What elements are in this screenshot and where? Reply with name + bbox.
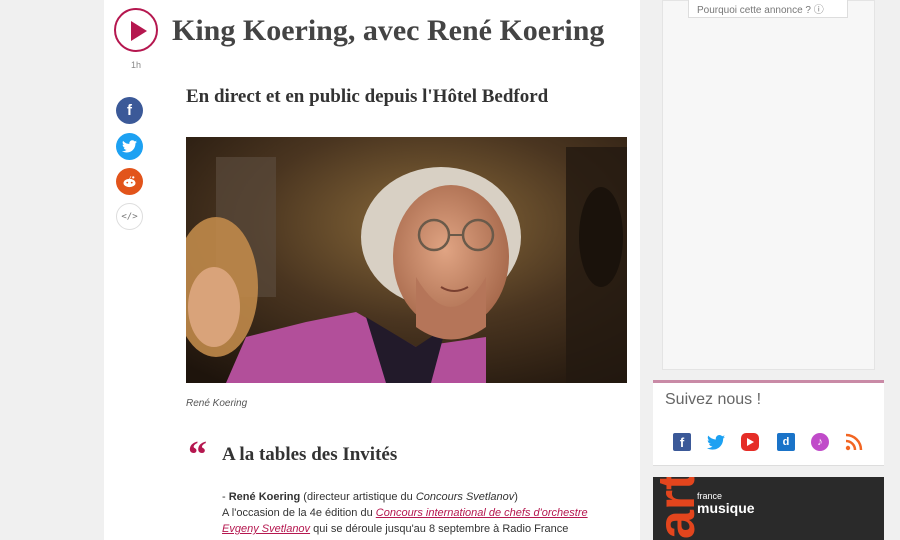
youtube-icon[interactable] [741,433,759,451]
episode-title: King Koering, avec René Koering [172,14,605,47]
guest-name: René Koering [228,491,301,503]
play-button[interactable] [114,8,158,52]
guest-description: - René Koering (directeur artistique du … [222,489,622,537]
play-icon [131,21,147,41]
svetlanov-link[interactable]: Evgeny Svetlanov [222,523,310,535]
follow-title: Suivez nous ! [665,391,762,408]
share-twitter-button[interactable] [116,133,143,160]
france-musique-logo: musique [697,500,755,516]
arte-promo-banner[interactable]: arte [653,477,884,540]
facebook-icon[interactable]: f [673,433,691,451]
dailymotion-icon[interactable]: d [777,433,795,451]
itunes-icon[interactable]: ♪ [811,433,829,451]
ad-info-button[interactable]: Pourquoi cette annonce ? ⓘ [688,0,848,18]
share-facebook-button[interactable]: f [116,97,143,124]
episode-subtitle: En direct et en public depuis l'Hôtel Be… [186,86,549,107]
embed-button[interactable]: </> [116,203,143,230]
guest-line-2: A l'occasion de la 4e édition du Concour… [222,507,588,519]
rss-icon[interactable] [845,433,863,451]
guests-section-title: A la tables des Invités [222,444,398,465]
share-reddit-button[interactable] [116,168,143,195]
episode-duration: 1h [130,60,141,70]
quote-icon: “ [188,434,207,476]
embed-icon: </> [121,211,138,222]
contest-link[interactable]: Concours international de chefs d'orches… [376,507,588,519]
twitter-icon[interactable] [707,433,725,451]
twitter-icon [122,140,137,153]
episode-photo [186,137,627,383]
facebook-icon: f [127,102,132,119]
reddit-icon [123,176,136,188]
photo-caption: René Koering [186,398,248,409]
guest-line-1: - René Koering (directeur artistique du … [222,491,518,503]
ad-panel [662,0,875,370]
guest-line-3: Evgeny Svetlanov qui se déroule jusqu'au… [222,523,569,535]
